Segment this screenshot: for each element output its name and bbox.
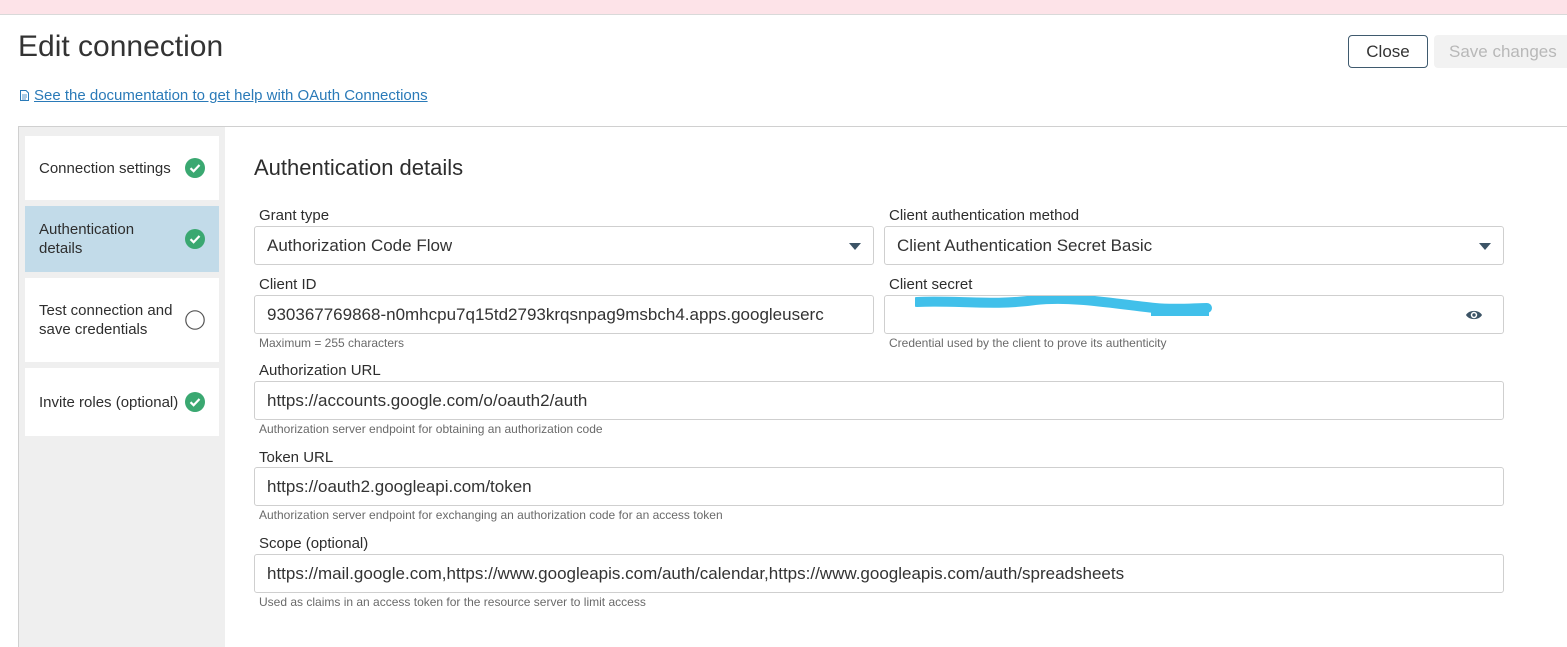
client-secret-input[interactable] — [884, 295, 1504, 334]
eye-icon[interactable] — [1465, 308, 1483, 322]
step-label: Invite roles (optional) — [39, 393, 179, 411]
token-url-label: Token URL — [259, 449, 334, 466]
grant-type-select[interactable]: Authorization Code Flow — [254, 226, 874, 265]
client-auth-method-value: Client Authentication Secret Basic — [897, 235, 1153, 255]
document-icon — [20, 90, 29, 101]
check-circle-icon — [185, 392, 205, 412]
client-id-input[interactable]: 930367769868-n0mhcpu7q15td2793krqsnpag9m… — [254, 295, 874, 334]
close-button[interactable]: Close — [1348, 35, 1428, 68]
authorization-url-input[interactable]: https://accounts.google.com/o/oauth2/aut… — [254, 381, 1504, 420]
token-url-value: https://oauth2.googleapi.com/token — [267, 476, 532, 496]
scope-label: Scope (optional) — [259, 535, 369, 552]
client-secret-hint: Credential used by the client to prove i… — [889, 336, 1167, 350]
client-secret-label: Client secret — [889, 276, 973, 293]
authorization-url-hint: Authorization server endpoint for obtain… — [259, 422, 603, 436]
check-circle-icon — [185, 229, 205, 249]
authorization-url-label: Authorization URL — [259, 362, 381, 379]
step-test-connection[interactable]: Test connection and save credentials — [25, 278, 219, 362]
section-title: Authentication details — [254, 155, 464, 180]
step-label: Connection settings — [39, 159, 171, 177]
top-banner-strip — [0, 0, 1567, 15]
client-id-label: Client ID — [259, 276, 317, 293]
page-title: Edit connection — [18, 30, 224, 63]
redaction-mark — [915, 296, 1212, 316]
scope-input[interactable]: https://mail.google.com,https://www.goog… — [254, 554, 1504, 593]
documentation-link[interactable]: See the documentation to get help with O… — [34, 87, 428, 104]
scope-hint: Used as claims in an access token for th… — [259, 595, 646, 609]
step-authentication-details[interactable]: Authentication details — [25, 206, 219, 272]
token-url-input[interactable]: https://oauth2.googleapi.com/token — [254, 467, 1504, 506]
scope-value: https://mail.google.com,https://www.goog… — [267, 563, 1125, 583]
client-id-hint: Maximum = 255 characters — [259, 336, 405, 350]
caret-down-icon — [849, 243, 861, 250]
step-label: Authentication details — [39, 221, 135, 257]
steps-sidebar: Connection settings Authentication detai… — [19, 127, 225, 647]
client-auth-method-select[interactable]: Client Authentication Secret Basic — [884, 226, 1504, 265]
grant-type-label: Grant type — [259, 207, 330, 224]
grant-type-value: Authorization Code Flow — [267, 235, 453, 255]
authorization-url-value: https://accounts.google.com/o/oauth2/aut… — [267, 390, 588, 410]
client-auth-method-label: Client authentication method — [889, 207, 1080, 224]
client-id-value: 930367769868-n0mhcpu7q15td2793krqsnpag9m… — [267, 304, 824, 324]
step-label: Test connection and save credentials — [39, 302, 173, 338]
check-circle-icon — [185, 158, 205, 178]
step-connection-settings[interactable]: Connection settings — [25, 136, 219, 200]
token-url-hint: Authorization server endpoint for exchan… — [259, 508, 723, 522]
step-invite-roles[interactable]: Invite roles (optional) — [25, 368, 219, 436]
empty-circle-icon — [185, 310, 205, 330]
documentation-link-row: See the documentation to get help with O… — [20, 87, 428, 104]
caret-down-icon — [1479, 243, 1491, 250]
save-changes-button[interactable]: Save changes — [1434, 35, 1567, 68]
